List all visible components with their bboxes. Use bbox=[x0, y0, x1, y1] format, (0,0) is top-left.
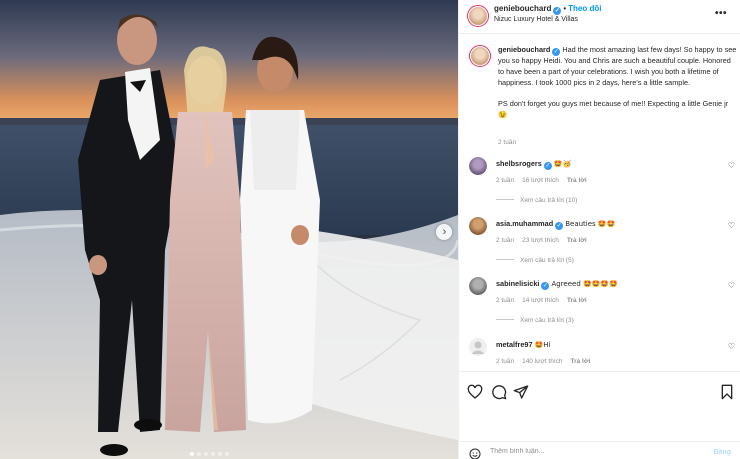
bookmark-icon[interactable] bbox=[719, 384, 735, 400]
comment-timestamp: 2 tuần bbox=[496, 358, 515, 365]
comment-heart-icon[interactable]: ♡ bbox=[728, 221, 735, 230]
comment-item: asia.muhammad ✓ Beauties 🤩🤩 2 tuần 23 lượt… bbox=[469, 217, 739, 277]
emoji-icon[interactable] bbox=[469, 448, 481, 459]
commenter-avatar[interactable] bbox=[469, 338, 487, 356]
reply-button[interactable]: Trả lời bbox=[567, 177, 587, 184]
default-user-icon bbox=[471, 341, 485, 354]
comment-timestamp: 2 tuần bbox=[496, 297, 515, 304]
comment-input[interactable] bbox=[490, 448, 690, 455]
reply-button[interactable]: Trả lời bbox=[567, 237, 587, 244]
commenter-username[interactable]: metalfre97 bbox=[496, 340, 533, 349]
comment-text: Agreeed 🤩🤩🤩🤩 bbox=[551, 280, 618, 288]
author-username[interactable]: geniebouchard bbox=[494, 4, 551, 13]
follow-button[interactable]: Theo dõi bbox=[568, 4, 601, 13]
next-photo-button[interactable]: › bbox=[436, 224, 452, 240]
carousel-dots bbox=[190, 452, 229, 456]
more-options-icon[interactable]: ••• bbox=[715, 8, 727, 19]
comment-text: 🤩🥳 bbox=[553, 160, 572, 168]
comment-likes[interactable]: 23 lượt thích bbox=[522, 237, 559, 244]
comment-text: Beauties 🤩🤩 bbox=[565, 220, 616, 228]
commenter-username[interactable]: shelbsrogers bbox=[496, 159, 542, 168]
commenter-username[interactable]: asia.muhammad bbox=[496, 219, 553, 228]
verified-badge-icon: ✓ bbox=[541, 282, 550, 290]
post-photo[interactable]: › bbox=[0, 0, 458, 459]
comment-heart-icon[interactable]: ♡ bbox=[728, 161, 735, 170]
commenter-username[interactable]: sabinelisicki bbox=[496, 279, 539, 288]
post-details-panel: geniebouchard ✓ • Theo dõi Nizuc Luxury Hot… bbox=[458, 0, 740, 459]
comment-timestamp: 2 tuần bbox=[496, 177, 515, 184]
commenter-avatar[interactable] bbox=[469, 157, 487, 175]
comment-likes[interactable]: 14 lượt thích bbox=[522, 297, 559, 304]
view-replies-button[interactable]: Xem câu trả lời (5) bbox=[496, 257, 574, 264]
comment-likes[interactable]: 140 lượt thích bbox=[522, 358, 562, 365]
comment-timestamp: 2 tuần bbox=[496, 237, 515, 244]
comment-heart-icon[interactable]: ♡ bbox=[728, 281, 735, 290]
post-actions-bar bbox=[459, 371, 740, 411]
verified-badge-icon: ✓ bbox=[552, 48, 561, 56]
verified-badge-icon: ✓ bbox=[555, 222, 564, 230]
separator: • bbox=[563, 4, 567, 13]
reply-button[interactable]: Trả lời bbox=[571, 358, 591, 365]
location-link[interactable]: Nizuc Luxury Hotel & Villas bbox=[494, 16, 578, 23]
author-avatar[interactable] bbox=[467, 5, 489, 27]
send-icon[interactable] bbox=[513, 384, 529, 400]
verified-badge-icon: ✓ bbox=[543, 162, 552, 170]
comments-section[interactable]: geniebouchard ✓ Had the most amazing last… bbox=[459, 35, 740, 371]
view-replies-button[interactable]: Xem câu trả lời (10) bbox=[496, 197, 577, 204]
comment-likes[interactable]: 16 lượt thích bbox=[522, 177, 559, 184]
caption-username[interactable]: geniebouchard bbox=[498, 45, 550, 54]
comment-text: 🤩Hi bbox=[534, 341, 551, 349]
commenter-avatar[interactable] bbox=[469, 277, 487, 295]
comment-composer: Đăng bbox=[459, 441, 740, 459]
comment-item: sabinelisicki ✓ Agreeed 🤩🤩🤩🤩 2 tuần 14 lượ… bbox=[469, 277, 739, 337]
caption-ps: PS don't forget you guys met because of … bbox=[498, 98, 729, 119]
post-header: geniebouchard ✓ • Theo dõi Nizuc Luxury Hot… bbox=[459, 0, 740, 34]
caption-timestamp: 2 tuần bbox=[498, 139, 517, 146]
verified-badge-icon: ✓ bbox=[553, 7, 562, 15]
chevron-right-icon: › bbox=[442, 225, 447, 238]
view-replies-button[interactable]: Xem câu trả lời (3) bbox=[496, 317, 574, 324]
comment-item: shelbsrogers ✓ 🤩🥳 2 tuần 16 lượt thích Trả … bbox=[469, 157, 739, 217]
caption-avatar[interactable] bbox=[469, 45, 491, 67]
comment-item: metalfre97 🤩Hi 2 tuần 140 lượt thích Trả l… bbox=[469, 338, 739, 371]
reply-button[interactable]: Trả lời bbox=[567, 297, 587, 304]
commenter-avatar[interactable] bbox=[469, 217, 487, 235]
heart-icon[interactable] bbox=[467, 384, 483, 400]
wedding-photo-illustration bbox=[0, 0, 458, 459]
post-comment-button[interactable]: Đăng bbox=[714, 449, 732, 456]
comment-heart-icon[interactable]: ♡ bbox=[728, 342, 735, 351]
comment-icon[interactable] bbox=[491, 384, 507, 400]
